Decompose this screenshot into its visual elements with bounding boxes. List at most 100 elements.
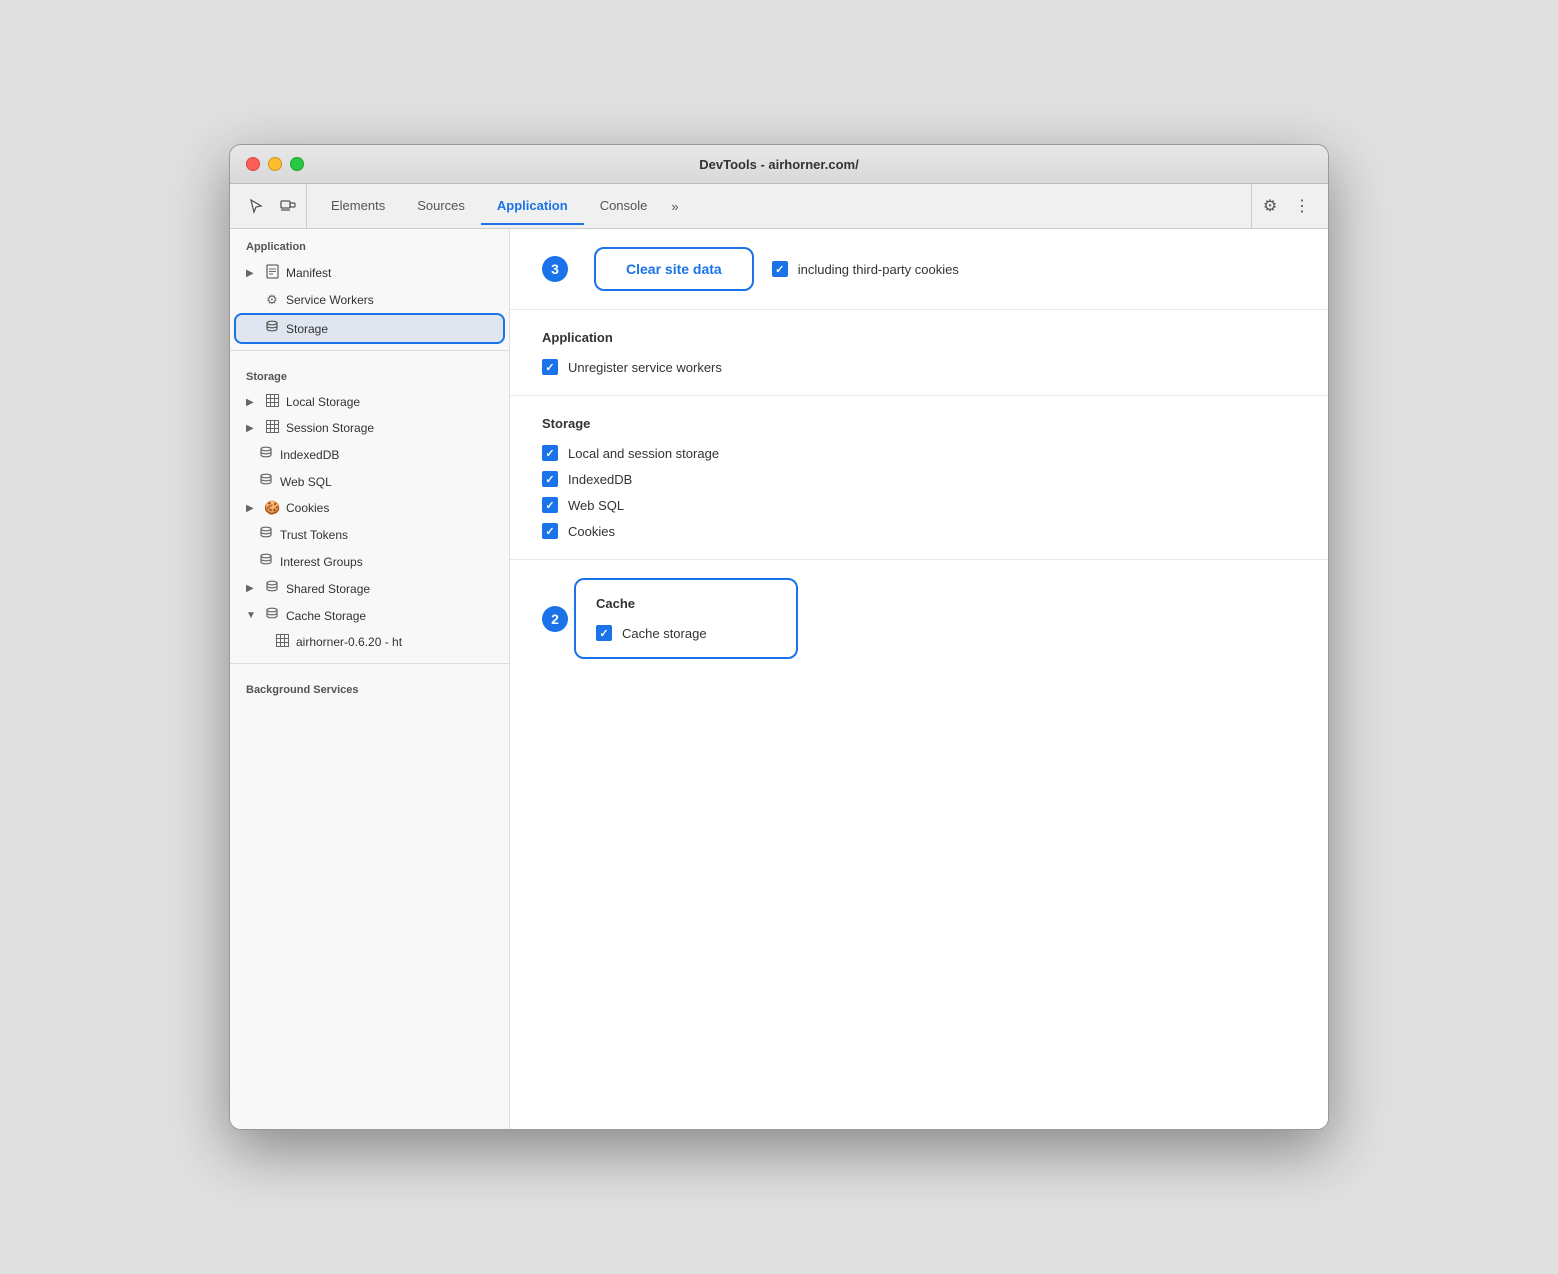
sidebar-item-shared-storage[interactable]: ▶ Shared Storage [230,575,509,602]
storage-panel-section: Storage ✓ Local and session storage ✓ In… [510,396,1328,560]
cache-storage-row: ✓ Cache storage [596,625,776,641]
grid-icon [274,634,290,650]
sidebar-item-label: IndexedDB [280,448,339,462]
database-icon [264,607,280,624]
more-options-icon[interactable]: ⋮ [1288,192,1316,220]
sidebar-item-indexeddb[interactable]: IndexedDB [230,441,509,468]
sidebar-item-trust-tokens[interactable]: Trust Tokens [230,521,509,548]
chevron-down-icon: ▼ [246,610,258,621]
title-bar: DevTools - airhorner.com/ [230,145,1328,184]
cookies-label: Cookies [568,524,615,539]
sidebar-divider [230,350,509,351]
chevron-right-icon: ▶ [246,268,258,279]
database-icon [264,580,280,597]
settings-icon[interactable]: ⚙ [1256,192,1284,220]
sidebar-storage-label: Storage [230,359,509,389]
tab-console[interactable]: Console [584,188,664,225]
cache-panel-section: 2 Cache ✓ Cache storage [510,560,1328,687]
database-icon [264,320,280,337]
tab-sources[interactable]: Sources [401,188,481,225]
cache-storage-checkbox[interactable]: ✓ [596,625,612,641]
sidebar-item-web-sql[interactable]: Web SQL [230,468,509,495]
tab-more-button[interactable]: » [663,189,686,224]
clear-row: 3 Clear site data ✓ including third-part… [542,249,1296,289]
sidebar-item-label: Cache Storage [286,609,366,623]
sidebar-item-cache-entry[interactable]: airhorner-0.6.20 - ht [230,629,509,655]
local-session-row: ✓ Local and session storage [542,445,1296,461]
sidebar-item-label: Manifest [286,266,331,280]
sidebar-item-local-storage[interactable]: ▶ Local Storage [230,389,509,415]
unregister-sw-checkbox[interactable]: ✓ [542,359,558,375]
cache-section-inner: Cache ✓ Cache storage [576,580,796,657]
tab-elements[interactable]: Elements [315,188,401,225]
database-icon [258,553,274,570]
unregister-sw-label: Unregister service workers [568,360,722,375]
cursor-icon[interactable] [242,192,270,220]
sidebar-item-label: Session Storage [286,421,374,435]
sidebar-item-label: Storage [286,322,328,336]
web-sql-checkbox[interactable]: ✓ [542,497,558,513]
checkmark-icon: ✓ [545,473,554,486]
traffic-lights [246,157,304,171]
tab-application[interactable]: Application [481,188,584,225]
checkmark-icon: ✓ [775,263,784,276]
clear-site-data-button[interactable]: Clear site data [598,251,750,287]
sidebar-item-label: airhorner-0.6.20 - ht [296,635,402,649]
manifest-icon [264,264,280,282]
grid-icon [264,420,280,436]
clear-btn-wrapper: Clear site data [596,249,752,289]
unregister-sw-row: ✓ Unregister service workers [542,359,1296,375]
sidebar-item-manifest[interactable]: ▶ Manifest [230,259,509,287]
device-icon[interactable] [274,192,302,220]
maximize-button[interactable] [290,157,304,171]
cache-storage-label: Cache storage [622,626,707,641]
sidebar-item-label: Interest Groups [280,555,363,569]
sidebar-item-cookies[interactable]: ▶ 🍪 Cookies [230,495,509,521]
database-icon [258,446,274,463]
devtools-window: DevTools - airhorner.com/ Elements [229,144,1329,1130]
sidebar-item-service-workers[interactable]: ▶ ⚙ Service Workers [230,287,509,313]
cookies-checkbox[interactable]: ✓ [542,523,558,539]
checkmark-icon: ✓ [599,627,608,640]
cache-section-title: Cache [596,596,776,611]
local-session-label: Local and session storage [568,446,719,461]
storage-section-title: Storage [542,416,1296,431]
sidebar-app-label: Application [230,229,509,259]
sidebar-item-storage[interactable]: ▶ Storage [236,315,503,342]
third-party-cookies-row: ✓ including third-party cookies [772,261,959,277]
tabs: Elements Sources Application Console » [315,188,1243,224]
checkmark-icon: ✓ [545,525,554,538]
sidebar: Application ▶ Manifest ▶ ⚙ Serv [230,229,510,1129]
tab-bar-right-tools: ⚙ ⋮ [1251,184,1320,228]
chevron-right-icon: ▶ [246,503,258,514]
third-party-cookies-label: including third-party cookies [798,262,959,277]
indexeddb-checkbox[interactable]: ✓ [542,471,558,487]
sidebar-item-label: Shared Storage [286,582,370,596]
web-sql-row: ✓ Web SQL [542,497,1296,513]
close-button[interactable] [246,157,260,171]
sidebar-item-interest-groups[interactable]: Interest Groups [230,548,509,575]
main-content: Application ▶ Manifest ▶ ⚙ Serv [230,229,1328,1129]
window-title: DevTools - airhorner.com/ [699,157,858,172]
local-session-checkbox[interactable]: ✓ [542,445,558,461]
sidebar-item-session-storage[interactable]: ▶ Session Storage [230,415,509,441]
sidebar-item-label: Service Workers [286,293,374,307]
third-party-cookies-checkbox[interactable]: ✓ [772,261,788,277]
database-icon [258,473,274,490]
database-icon [258,526,274,543]
app-panel-section: Application ✓ Unregister service workers [510,310,1328,396]
badge-3: 3 [542,256,568,282]
minimize-button[interactable] [268,157,282,171]
web-sql-label: Web SQL [568,498,624,513]
chevron-right-icon: ▶ [246,583,258,594]
grid-icon [264,394,280,410]
main-panel: 3 Clear site data ✓ including third-part… [510,229,1328,1129]
sidebar-item-cache-storage[interactable]: ▼ Cache Storage [230,602,509,629]
sidebar-item-label: Trust Tokens [280,528,348,542]
badge3-row: 3 [542,256,576,282]
checkmark-icon: ✓ [545,499,554,512]
cookies-row: ✓ Cookies [542,523,1296,539]
sidebar-item-label: Local Storage [286,395,360,409]
tab-bar: Elements Sources Application Console » ⚙… [230,184,1328,229]
gear-icon: ⚙ [264,292,280,308]
